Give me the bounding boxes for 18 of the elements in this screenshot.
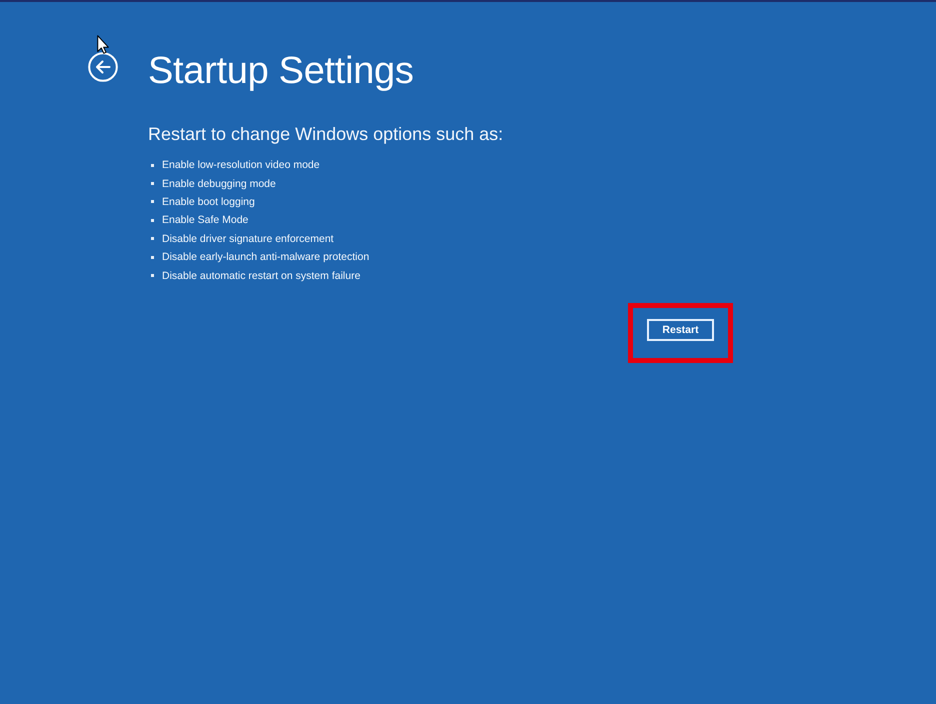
bullet-icon — [151, 237, 154, 240]
bullet-icon — [151, 182, 154, 186]
option-text: Enable Safe Mode — [162, 214, 248, 226]
option-text: Disable early-launch anti-malware protection — [162, 251, 370, 264]
page-title: Startup Settings — [148, 49, 414, 93]
option-text: Enable low-resolution video mode — [162, 159, 320, 172]
bullet-icon — [151, 200, 154, 204]
bullet-icon — [151, 256, 154, 259]
bullet-icon — [151, 218, 154, 222]
restart-button[interactable]: Restart — [647, 318, 714, 341]
option-text: Enable boot logging — [162, 196, 255, 208]
mouse-pointer-icon — [97, 35, 109, 54]
option-text: Disable automatic restart on system failure — [162, 270, 360, 282]
option-text: Disable driver signature enforcement — [162, 232, 334, 245]
option-text: Enable debugging mode — [162, 178, 276, 190]
bullet-icon — [151, 164, 154, 167]
bullet-icon — [151, 274, 154, 278]
subtitle: Restart to change Windows options such as: — [148, 123, 504, 145]
